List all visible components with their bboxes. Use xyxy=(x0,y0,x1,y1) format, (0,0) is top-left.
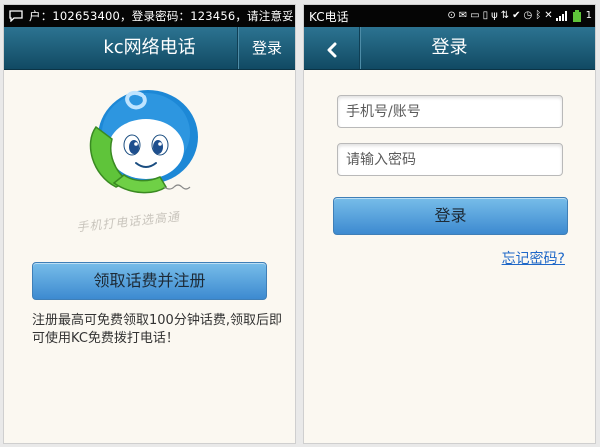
alarm-icon: ◷ xyxy=(523,10,533,21)
status-icons: ⊙ ✉ ▭ ▯ ψ ⇅ ✔ ◷ ᛒ ✕ 1 xyxy=(447,10,592,22)
notification-text: 户：102653400，登录密码：123456，请注意妥 xyxy=(29,9,294,23)
transfer-icon: ⇅ xyxy=(500,10,510,21)
login-button[interactable]: 登录 xyxy=(239,27,295,69)
message-icon: ▭ xyxy=(470,10,480,21)
status-time: 1 xyxy=(585,10,592,21)
status-bar: 户：102653400，登录密码：123456，请注意妥 xyxy=(4,5,295,27)
mail-icon: ✉ xyxy=(458,10,468,21)
title-bar: 登录 xyxy=(304,27,595,70)
usb-icon: ψ xyxy=(491,10,498,21)
title-divider xyxy=(360,27,361,69)
forgot-password-link[interactable]: 忘记密码? xyxy=(502,248,565,268)
signal-icon xyxy=(555,11,567,21)
chevron-left-icon xyxy=(327,42,337,57)
message-notification-icon xyxy=(9,10,23,22)
circle-dots-icon: ⊙ xyxy=(447,10,456,21)
status-bar: KC电话 ⊙ ✉ ▭ ▯ ψ ⇅ ✔ ◷ ᛒ ✕ 1 xyxy=(304,5,595,27)
mute-icon: ✕ xyxy=(544,10,553,21)
check-icon: ✔ xyxy=(512,10,521,21)
battery-icon xyxy=(572,10,581,22)
phone-account-input[interactable] xyxy=(337,95,563,128)
mascot-icon xyxy=(89,90,198,194)
sms-icon: ▯ xyxy=(482,10,489,21)
password-input[interactable] xyxy=(337,143,563,176)
promo-text: 注册最高可免费领取100分钟话费,领取后即可使用KC免费拨打电话！ xyxy=(32,313,282,346)
back-button[interactable] xyxy=(304,27,360,69)
login-screen: KC电话 ⊙ ✉ ▭ ▯ ψ ⇅ ✔ ◷ ᛒ ✕ 1 登录 手机号/账号 登录 … xyxy=(303,4,596,444)
title-bar: kc网络电话 登录 xyxy=(4,27,295,70)
login-submit-button[interactable]: 登录 xyxy=(333,197,568,235)
status-app-name: KC电话 xyxy=(309,9,349,24)
claim-credit-register-button[interactable]: 领取话费并注册 xyxy=(32,262,267,300)
bluetooth-icon: ᛒ xyxy=(535,10,542,21)
register-screen: 户：102653400，登录密码：123456，请注意妥 kc网络电话 登录 手… xyxy=(3,4,296,444)
